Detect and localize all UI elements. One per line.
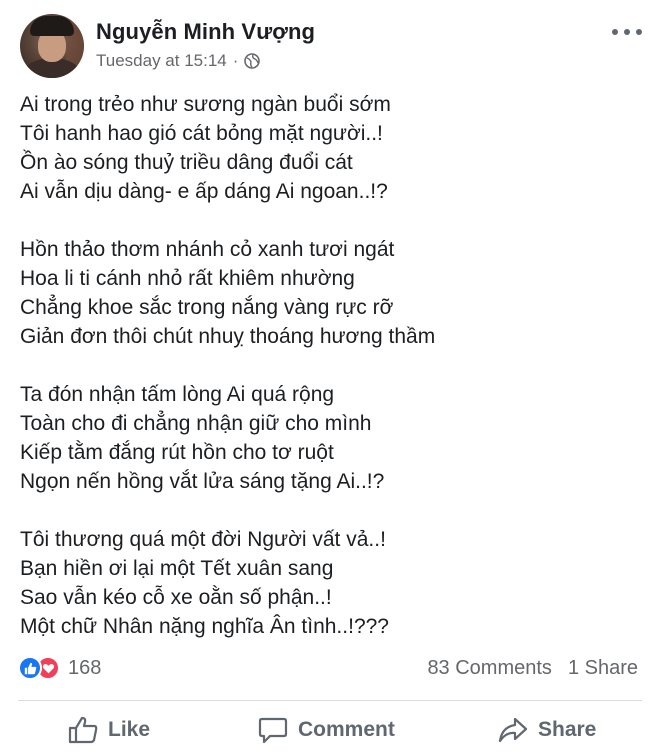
poem-line: Sao vẫn kéo cỗ xe oằn số phận..!: [20, 586, 332, 609]
post-stats: 83 Comments 1 Share: [427, 657, 638, 680]
reactions-summary[interactable]: 168: [18, 655, 101, 681]
meta-separator: ·: [232, 51, 239, 70]
poem-line: Tôi hanh hao gió cát bỏng mặt người..!: [20, 122, 383, 145]
poem-stanza: Hồn thảo thơm nhánh cỏ xanh tươi ngát Ho…: [20, 235, 640, 351]
share-label: Share: [538, 718, 597, 741]
poem-line: Hồn thảo thơm nhánh cỏ xanh tươi ngát: [20, 238, 395, 261]
poem-line: Chẳng khoe sắc trong nắng vàng rực rỡ: [20, 296, 394, 319]
comments-count[interactable]: 83 Comments: [427, 657, 552, 680]
comment-button[interactable]: Comment: [258, 716, 395, 744]
poem-line: Tôi thương quá một đời Người vất vả..!: [20, 528, 386, 551]
post-text: Ai trong trẻo như sương ngàn buổi sớm Tô…: [20, 90, 640, 670]
avatar-hat: [30, 16, 74, 36]
post-timestamp[interactable]: Tuesday at 15:14: [96, 51, 227, 71]
like-button[interactable]: Like: [68, 716, 150, 744]
poem-line: Ai vẫn dịu dàng- e ấp dáng Ai ngoan..!?: [20, 180, 388, 203]
globe-icon[interactable]: [244, 53, 261, 69]
poem-line: Toàn cho đi chẳng nhận giữ cho mình: [20, 412, 372, 435]
poem-line: Một chữ Nhân nặng nghĩa Ân tình..!???: [20, 615, 389, 638]
poem-line: Ngọn nến hồng vắt lửa sáng tặng Ai..!?: [20, 470, 385, 493]
shares-count[interactable]: 1 Share: [568, 657, 638, 680]
share-icon: [498, 717, 528, 743]
poem-line: Ồn ào sóng thuỷ triều dâng đuổi cát: [20, 151, 353, 174]
poem-line: Hoa li ti cánh nhỏ rất khiêm nhường: [20, 267, 355, 290]
share-button[interactable]: Share: [498, 716, 596, 744]
comment-label: Comment: [298, 718, 395, 741]
poem-stanza: Ta đón nhận tấm lòng Ai quá rộng Toàn ch…: [20, 380, 640, 496]
more-icon[interactable]: [612, 26, 642, 38]
facebook-post: Nguyễn Minh Vượng Tuesday at 15:14 · Ai …: [0, 0, 660, 752]
like-label: Like: [108, 718, 151, 741]
poem-line: Ta đón nhận tấm lòng Ai quá rộng: [20, 383, 335, 406]
poem-line: Bạn hiền ơi lại một Tết xuân sang: [20, 557, 334, 580]
poem-stanza: Ai trong trẻo như sương ngàn buổi sớm Tô…: [20, 90, 640, 206]
thumbs-up-icon: [18, 656, 42, 680]
poem-line: Kiếp tằm đắng rút hồn cho tơ ruột: [20, 441, 334, 464]
action-bar: Like Comment Share: [0, 712, 660, 752]
reaction-count: 168: [68, 656, 102, 679]
thumbs-up-icon: [68, 716, 98, 744]
comment-icon: [258, 717, 288, 744]
author-name[interactable]: Nguyễn Minh Vượng: [96, 19, 315, 45]
poem-line: Giản đơn thôi chút nhuỵ thoáng hương thầ…: [20, 325, 436, 348]
divider: [18, 700, 642, 701]
poem-line: Ai trong trẻo như sương ngàn buổi sớm: [20, 93, 391, 116]
avatar[interactable]: [20, 14, 84, 78]
poem-stanza: Tôi thương quá một đời Người vất vả..! B…: [20, 525, 640, 641]
post-meta: Tuesday at 15:14 ·: [96, 51, 261, 71]
